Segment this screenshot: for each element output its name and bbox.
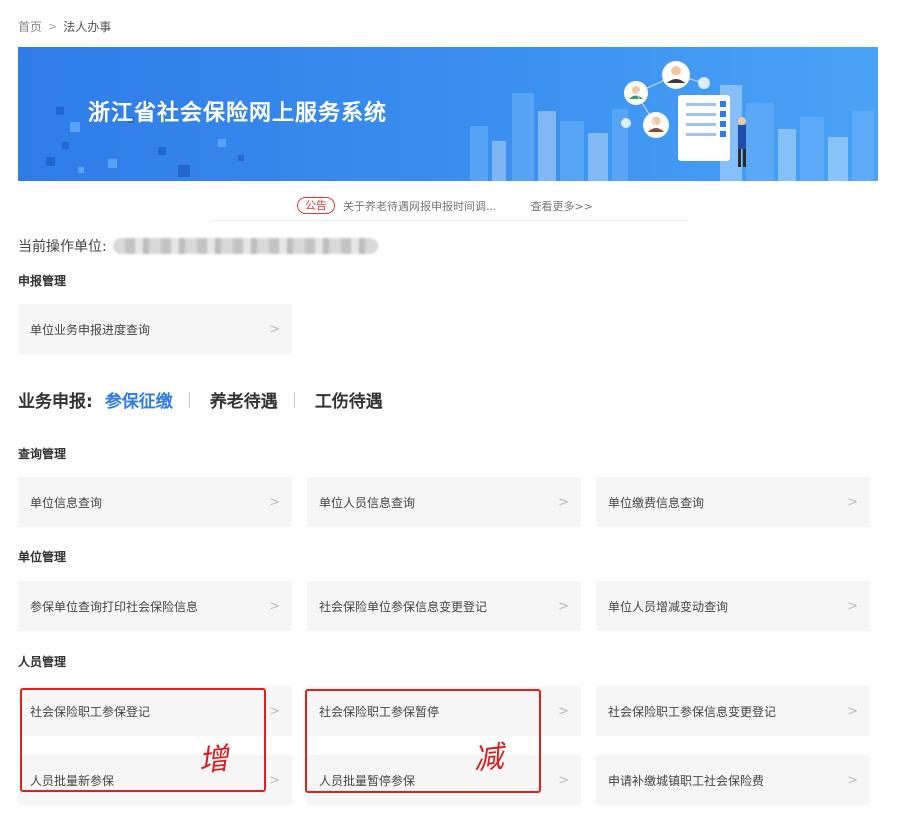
card-unit-info-query[interactable]: 单位信息查询 >	[18, 477, 292, 527]
section-title-person: 人员管理	[18, 655, 67, 669]
chevron-right-icon: >	[558, 598, 569, 614]
breadcrumb-current: 法人办事	[63, 20, 112, 34]
breadcrumb-home[interactable]: 首页	[18, 18, 42, 35]
tab-divider	[293, 391, 295, 408]
tab-insurance-collection[interactable]: 参保征缴	[105, 387, 173, 412]
card-label: 社会保险职工参保登记	[30, 704, 151, 719]
section-title-unit: 单位管理	[18, 550, 67, 564]
chevron-right-icon: >	[558, 494, 569, 510]
card-report-progress[interactable]: 单位业务申报进度查询 >	[18, 304, 292, 354]
notice-more-link[interactable]: 查看更多>>	[531, 198, 593, 214]
banner: 浙江省社会保险网上服务系统	[18, 47, 878, 181]
service-illustration	[621, 61, 746, 167]
chevron-right-icon: >	[269, 703, 280, 719]
card-label: 申请补缴城镇职工社会保险费	[608, 773, 765, 788]
chevron-right-icon: >	[269, 772, 280, 788]
card-batch-suspend[interactable]: 人员批量暂停参保 >	[307, 755, 581, 805]
card-label: 单位缴费信息查询	[608, 495, 705, 510]
card-staff-change-query[interactable]: 单位人员增减变动查询 >	[596, 581, 870, 631]
card-unit-payment-query[interactable]: 单位缴费信息查询 >	[596, 477, 870, 527]
notice-bar: 公告 关于养老待遇网报申报时间调... 查看更多>>	[210, 191, 688, 221]
card-label: 人员批量暂停参保	[319, 773, 416, 788]
card-label: 人员批量新参保	[30, 773, 115, 788]
card-print-insurance-info[interactable]: 参保单位查询打印社会保险信息 >	[18, 581, 292, 631]
notice-text[interactable]: 关于养老待遇网报申报时间调...	[343, 198, 497, 214]
tab-pension[interactable]: 养老待遇	[210, 387, 278, 412]
annotation-text-reduce: 减	[471, 739, 506, 778]
card-label: 社会保险单位参保信息变更登记	[319, 599, 488, 614]
card-staff-info-change[interactable]: 社会保险职工参保信息变更登记 >	[596, 686, 870, 736]
chevron-right-icon: >	[269, 494, 280, 510]
current-unit-value-blurred	[112, 238, 378, 254]
tab-divider	[188, 391, 190, 408]
business-tabs: 业务申报: 参保征缴 养老待遇 工伤待遇	[18, 387, 383, 412]
card-staff-suspend[interactable]: 社会保险职工参保暂停 >	[307, 686, 581, 736]
annotation-text-add: 增	[196, 741, 231, 780]
card-batch-enroll[interactable]: 人员批量新参保 >	[18, 755, 292, 805]
chevron-right-icon: >	[269, 321, 280, 337]
chevron-right-icon: >	[847, 494, 858, 510]
chevron-right-icon: >	[558, 772, 569, 788]
tab-work-injury[interactable]: 工伤待遇	[315, 387, 383, 412]
chevron-right-icon: >	[847, 703, 858, 719]
card-label: 社会保险职工参保暂停	[319, 704, 440, 719]
card-unit-info-change[interactable]: 社会保险单位参保信息变更登记 >	[307, 581, 581, 631]
card-label: 社会保险职工参保信息变更登记	[608, 704, 777, 719]
notice-badge: 公告	[297, 197, 335, 214]
card-staff-enroll[interactable]: 社会保险职工参保登记 >	[18, 686, 292, 736]
current-unit-label: 当前操作单位:	[18, 239, 107, 255]
section-title-query: 查询管理	[18, 447, 67, 461]
breadcrumb-separator: >	[48, 20, 58, 33]
section-title-report: 申报管理	[18, 274, 67, 288]
current-unit: 当前操作单位:	[18, 236, 378, 256]
chevron-right-icon: >	[847, 772, 858, 788]
card-label: 参保单位查询打印社会保险信息	[30, 599, 199, 614]
card-label: 单位人员信息查询	[319, 495, 416, 510]
card-label: 单位业务申报进度查询	[30, 322, 151, 337]
business-label: 业务申报:	[18, 392, 93, 412]
banner-title: 浙江省社会保险网上服务系统	[88, 101, 388, 126]
breadcrumb: 首页 > 法人办事	[18, 18, 111, 35]
card-label: 单位人员增减变动查询	[608, 599, 729, 614]
chevron-right-icon: >	[558, 703, 569, 719]
card-label: 单位信息查询	[30, 495, 103, 510]
card-unit-staff-query[interactable]: 单位人员信息查询 >	[307, 477, 581, 527]
chevron-right-icon: >	[269, 598, 280, 614]
chevron-right-icon: >	[847, 598, 858, 614]
card-supplementary-payment[interactable]: 申请补缴城镇职工社会保险费 >	[596, 755, 870, 805]
